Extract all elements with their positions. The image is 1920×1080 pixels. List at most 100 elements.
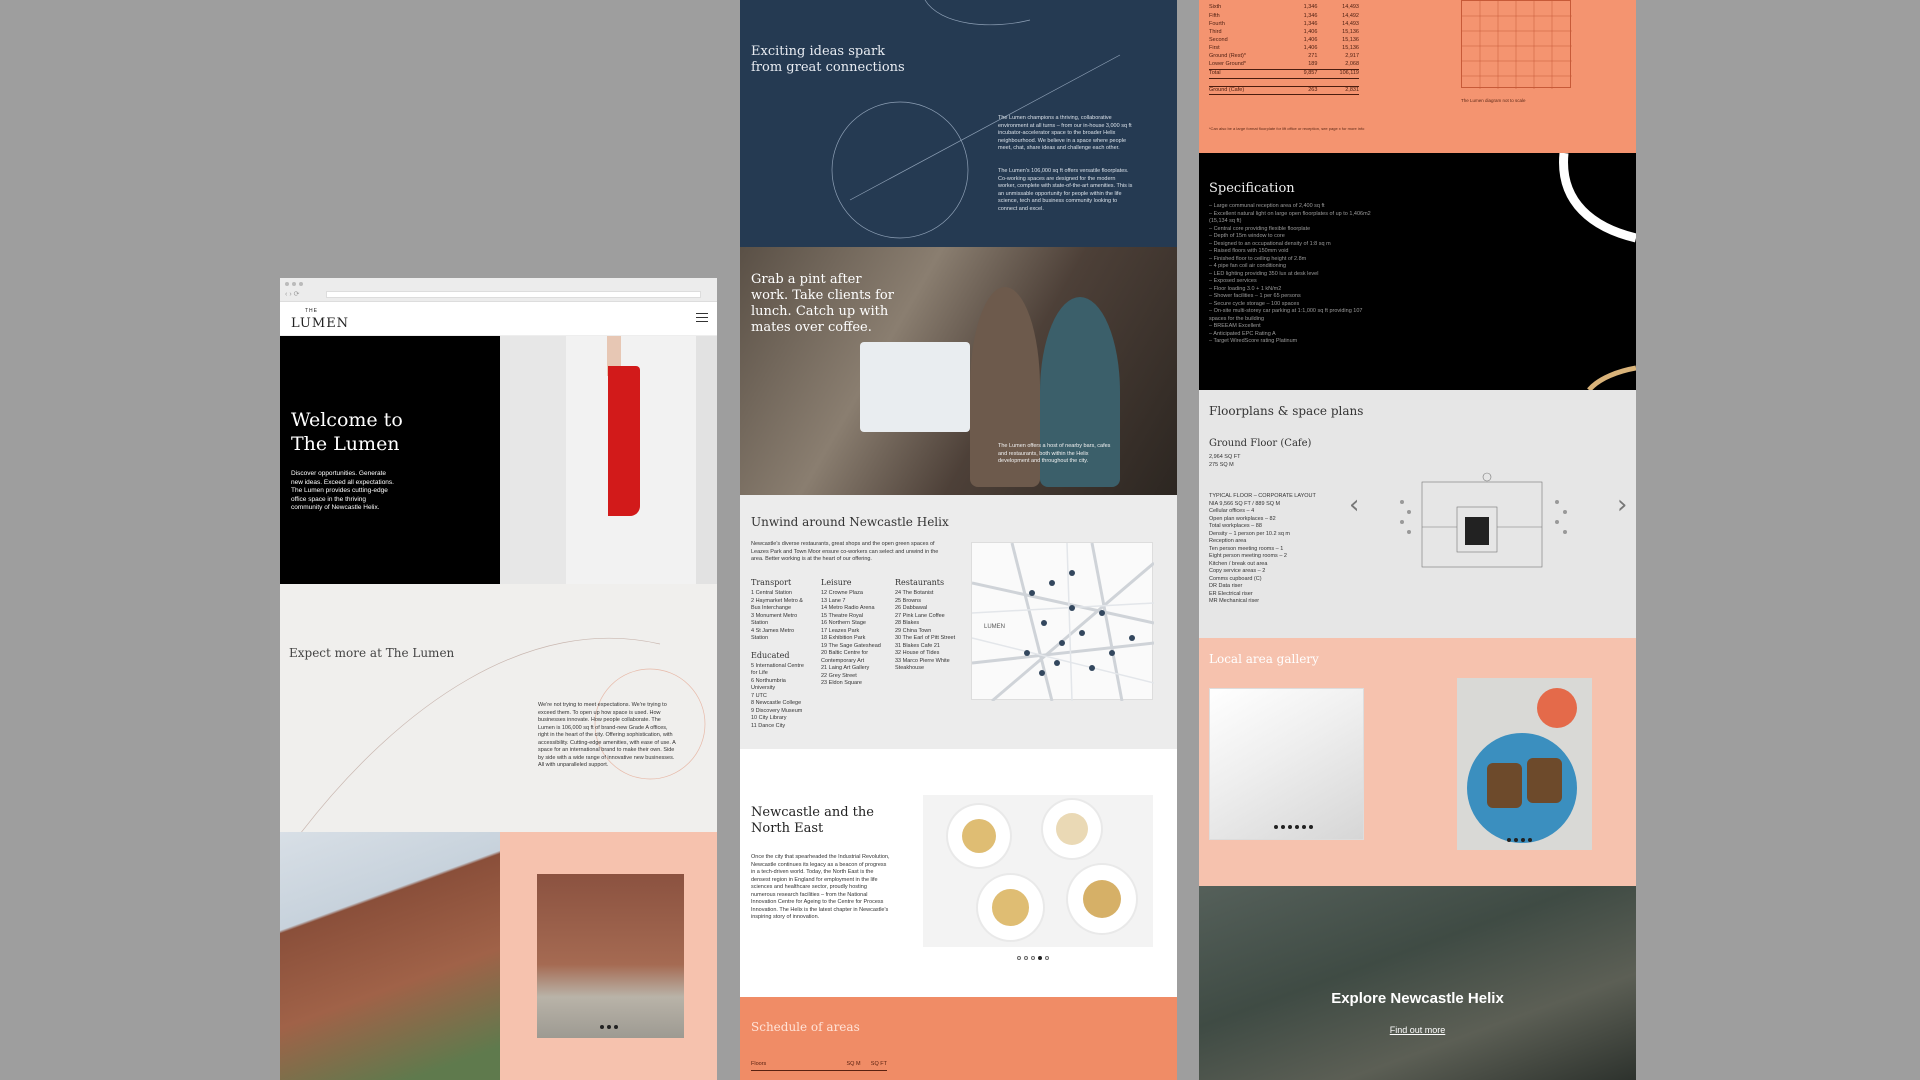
carousel-dots[interactable] bbox=[1507, 838, 1532, 842]
spec-item: – Secure cycle storage – 100 spaces bbox=[1209, 300, 1300, 307]
leisure-column: Leisure 12 Crowne Plaza 13 Lane 7 14 Metro… bbox=[821, 578, 885, 730]
building-elevation-diagram bbox=[1461, 0, 1572, 89]
layout-details: TYPICAL FLOOR – CORPORATE LAYOUT NIA 9,5… bbox=[1209, 493, 1339, 606]
floors-header: Floors bbox=[751, 1061, 767, 1067]
spec-item: – Floor loading 3.0 + 1 kN/m2 bbox=[1209, 285, 1282, 292]
pub-title: Grab a pint after work. Take clients for… bbox=[751, 272, 894, 335]
unwind-title: Unwind around Newcastle Helix bbox=[751, 515, 949, 529]
leisure-item: 23 Eldon Square bbox=[821, 680, 862, 686]
restaurant-item: 25 Browns bbox=[895, 597, 921, 604]
hero-section: Welcome to The Lumen Discover opportuniti… bbox=[280, 336, 717, 584]
carousel-dots[interactable] bbox=[1017, 956, 1049, 960]
layout-item: MR Mechanical riser bbox=[1209, 598, 1260, 604]
floor-size: 2,964 SQ FT 275 SQ M bbox=[1209, 454, 1241, 469]
spec-item: – Excellent natural light on large open … bbox=[1209, 210, 1371, 225]
leisure-item: 20 Baltic Centre for Contemporary Art bbox=[821, 650, 869, 664]
areas-row: Sixth 1,346 14,493 bbox=[1209, 4, 1359, 11]
restaurant-item: 24 The Botanist bbox=[895, 590, 934, 596]
layout-title: TYPICAL FLOOR – CORPORATE LAYOUT bbox=[1209, 493, 1316, 499]
layout-item: Cellular offices – 4 bbox=[1209, 508, 1255, 514]
expect-title: Expect more at The Lumen bbox=[289, 646, 455, 660]
spec-item: – Finished floor to ceiling height of 2.… bbox=[1209, 255, 1307, 262]
carousel-dots[interactable] bbox=[600, 1025, 618, 1029]
spec-item: – Target WiredScore rating Platinum bbox=[1209, 338, 1298, 344]
areas-row: Fifth 1,346 14,492 bbox=[1209, 12, 1359, 19]
educated-list: 5 International Centre for Life 6 Northum… bbox=[751, 663, 811, 731]
spec-item: – Exposed services bbox=[1209, 278, 1257, 284]
educated-item: 8 Newcastle College bbox=[751, 700, 802, 706]
spec-item: – Shower facilities – 1 per 65 persons bbox=[1209, 293, 1301, 299]
leisure-item: 13 Lane 7 bbox=[821, 597, 846, 604]
hero-title: Welcome to The Lumen bbox=[291, 409, 403, 455]
connections-body-1: The Lumen champions a thriving, collabor… bbox=[998, 115, 1132, 151]
transport-list: 1 Central Station 2 Haymarket Metro & Bus… bbox=[751, 590, 811, 643]
leisure-item: 17 Leazes Park bbox=[821, 627, 860, 634]
layout-list: NIA 9,566 SQ FT / 889 SQ M Cellular offic… bbox=[1209, 501, 1339, 606]
layout-item: Kitchen / break out area bbox=[1209, 560, 1268, 567]
educated-item: 6 Northumbria University bbox=[751, 677, 786, 692]
layout-item: DR Data riser bbox=[1209, 583, 1243, 589]
page-column-3: Sixth 1,346 14,493 Fifth 1,346 14,492 Fourth 1,… bbox=[1199, 0, 1636, 1080]
carousel-dots[interactable] bbox=[1274, 825, 1313, 829]
layout-item: Eight person meeting rooms – 2 bbox=[1209, 553, 1287, 559]
floorplans-title: Floorplans & space plans bbox=[1209, 404, 1364, 418]
sqm-header: SQ M bbox=[846, 1061, 861, 1067]
pub-section: Grab a pint after work. Take clients for… bbox=[740, 247, 1177, 495]
floorplans-section: Floorplans & space plans Ground Floor (C… bbox=[1199, 390, 1636, 638]
sqft-header: SQ FT bbox=[870, 1061, 887, 1067]
restaurant-item: 30 The Earl of Pitt Street bbox=[895, 635, 956, 641]
spec-item: – Designed to an occupational density of… bbox=[1209, 240, 1331, 247]
window-controls bbox=[285, 282, 303, 286]
restaurant-item: 31 Blakes Cafe 21 bbox=[895, 642, 940, 649]
logo-the: THE bbox=[305, 308, 318, 314]
restaurants-column: Restaurants 24 The Botanist 25 Browns 26 D… bbox=[895, 578, 965, 730]
educated-item: 11 Dance City bbox=[751, 722, 786, 729]
leisure-item: 15 Theatre Royal bbox=[821, 612, 864, 619]
layout-item: Reception area bbox=[1209, 538, 1247, 544]
transport-item: 3 Monument Metro Station bbox=[751, 612, 798, 627]
newcastle-body: Once the city that spearheaded the Indus… bbox=[751, 854, 890, 920]
building-gallery bbox=[280, 832, 717, 1080]
schedule-section: Schedule of areas Floors SQ M SQ FT bbox=[740, 997, 1177, 1080]
layout-item: Total workplaces – 88 bbox=[1209, 523, 1262, 529]
educated-item: 10 City Library bbox=[751, 715, 787, 721]
spec-item: – BREEAM Excellent bbox=[1209, 323, 1261, 329]
prev-arrow-icon[interactable]: ‹ bbox=[1349, 490, 1359, 520]
layout-item: Comms cupboard (C) bbox=[1209, 575, 1262, 582]
leisure-item: 16 Northern Stage bbox=[821, 620, 866, 626]
restaurants-list: 24 The Botanist 25 Browns 26 Dabbawal 27 Pi… bbox=[895, 590, 965, 673]
areas-table-section: Sixth 1,346 14,493 Fifth 1,346 14,492 Fourth 1,… bbox=[1199, 0, 1636, 153]
leisure-heading: Leisure bbox=[821, 578, 852, 587]
gallery-image-interior[interactable] bbox=[1209, 688, 1364, 840]
url-bar[interactable] bbox=[326, 291, 701, 298]
leisure-item: 21 Laing Art Gallery bbox=[821, 665, 870, 671]
hero-image bbox=[500, 336, 717, 584]
leisure-item: 18 Exhibition Park bbox=[821, 635, 866, 641]
food-photo bbox=[923, 795, 1153, 947]
transport-item: 4 St James Metro Station bbox=[751, 627, 795, 642]
layout-item: Ten person meeting rooms – 1 bbox=[1209, 545, 1284, 552]
unwind-section: Unwind around Newcastle Helix Newcastle'… bbox=[740, 495, 1177, 749]
explore-section: Explore Newcastle Helix Find out more bbox=[1199, 886, 1636, 1080]
next-arrow-icon[interactable]: › bbox=[1617, 490, 1627, 520]
leisure-item: 14 Metro Radio Arena bbox=[821, 605, 875, 611]
spec-item: – Anticipated EPC Rating A bbox=[1209, 330, 1276, 337]
gallery-section: Local area gallery bbox=[1199, 638, 1636, 886]
find-out-more-link[interactable]: Find out more bbox=[1199, 1025, 1636, 1035]
educated-item: 7 UTC bbox=[751, 692, 767, 699]
floor-subtitle: Ground Floor (Cafe) bbox=[1209, 438, 1312, 449]
newcastle-title: Newcastle and the North East bbox=[751, 805, 874, 836]
layout-item: Open plan workplaces – 82 bbox=[1209, 515, 1276, 522]
hamburger-menu-icon[interactable] bbox=[696, 313, 708, 325]
pub-caption: The Lumen offers a host of nearby bars, … bbox=[998, 443, 1111, 464]
amenity-lists: Transport 1 Central Station 2 Haymarket M… bbox=[751, 578, 965, 730]
lumen-logo[interactable]: THE LUMEN bbox=[291, 308, 349, 332]
floor-sqm: 275 SQ M bbox=[1209, 461, 1234, 468]
elevation-caption: The Lumen diagram not to scale bbox=[1461, 98, 1526, 103]
logo-lumen: LUMEN bbox=[291, 316, 350, 331]
spec-item: – On-site multi-storey car parking at 1:… bbox=[1209, 308, 1363, 322]
area-map[interactable]: LUMEN bbox=[971, 542, 1155, 703]
transport-column: Transport 1 Central Station 2 Haymarket M… bbox=[751, 578, 811, 730]
map-lumen-label: LUMEN bbox=[984, 624, 1005, 630]
gallery-image-food[interactable] bbox=[1457, 678, 1592, 850]
